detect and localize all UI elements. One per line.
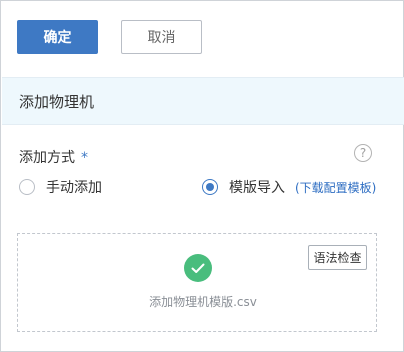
uploaded-file-name: 添加物理机模版.csv bbox=[149, 295, 257, 309]
radio-button-manual[interactable] bbox=[19, 179, 35, 195]
section-header: 添加物理机 bbox=[2, 77, 404, 125]
add-method-label: 添加方式 * bbox=[19, 147, 88, 167]
cancel-button[interactable]: 取消 bbox=[121, 20, 202, 54]
radio-label-manual: 手动添加 bbox=[46, 180, 102, 196]
download-template-link[interactable]: (下载配置模板) bbox=[295, 179, 376, 196]
confirm-button[interactable]: 确定 bbox=[17, 20, 98, 54]
add-method-label-text: 添加方式 bbox=[19, 150, 75, 166]
syntax-check-button[interactable]: 语法检查 bbox=[308, 245, 367, 270]
check-circle-icon bbox=[184, 254, 212, 282]
help-icon[interactable]: ? bbox=[354, 144, 372, 162]
radio-manual-add[interactable]: 手动添加 bbox=[19, 177, 102, 197]
section-title: 添加物理机 bbox=[19, 92, 95, 111]
dialog-panel: 确定 取消 添加物理机 添加方式 * ? 手动添加 模版导入 (下载配置模板) 语… bbox=[0, 0, 404, 352]
radio-template-import[interactable]: 模版导入 (下载配置模板) bbox=[202, 177, 376, 197]
radio-button-template[interactable] bbox=[202, 179, 218, 195]
radio-label-template: 模版导入 bbox=[229, 180, 285, 196]
required-mark: * bbox=[81, 150, 88, 166]
checkmark-icon bbox=[191, 263, 205, 273]
